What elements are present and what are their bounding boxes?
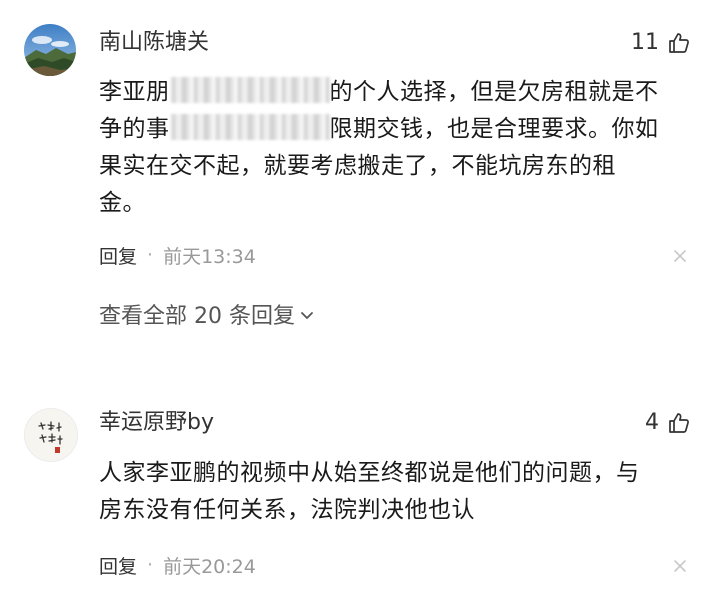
comment-text: 人家李亚鹏的视频中从始至终都说是他们的问题，与 房东没有任何关系，法院判决他也认 xyxy=(99,455,679,529)
view-all-label: 查看全部 20 条回复 xyxy=(99,304,295,329)
comment-meta: 回复 · 前天13:34 xyxy=(99,240,256,270)
text-fragment: 李亚朋 xyxy=(99,79,170,105)
redacted-text xyxy=(169,114,330,140)
avatar[interactable] xyxy=(24,24,76,76)
meta-separator: · xyxy=(147,554,154,576)
text-line: 人家李亚鹏的视频中从始至终都说是他们的问题，与 xyxy=(99,460,640,486)
timestamp: 前天13:34 xyxy=(163,245,256,268)
comment-meta: 回复 · 前天20:24 xyxy=(99,550,256,580)
reply-button[interactable]: 回复 xyxy=(99,552,137,579)
thumbs-up-icon[interactable] xyxy=(667,31,691,55)
text-line: 房东没有任何关系，法院判决他也认 xyxy=(99,497,475,523)
close-icon[interactable] xyxy=(671,247,689,265)
text-line: 争的事 限期交钱，也是合理要求。你如 xyxy=(99,111,679,148)
like-button[interactable]: 11 xyxy=(631,28,691,58)
reply-button[interactable]: 回复 xyxy=(99,242,137,269)
like-count: 11 xyxy=(631,30,659,55)
redacted-text xyxy=(169,77,330,103)
username[interactable]: 幸运原野by xyxy=(99,408,214,438)
avatar[interactable] xyxy=(24,408,78,462)
text-line: 李亚朋 的个人选择，但是欠房租就是不 xyxy=(99,74,679,111)
view-all-replies-button[interactable]: 查看全部 20 条回复 xyxy=(99,302,315,332)
text-line: 金。 xyxy=(99,190,146,216)
thumbs-up-icon[interactable] xyxy=(667,411,691,435)
close-icon[interactable] xyxy=(671,557,689,575)
text-fragment: 争的事 xyxy=(99,116,170,142)
text-fragment: 的个人选择，但是欠房租就是不 xyxy=(329,79,659,105)
meta-separator: · xyxy=(147,244,154,266)
like-count: 4 xyxy=(645,410,659,435)
username[interactable]: 南山陈塘关 xyxy=(99,28,209,58)
timestamp: 前天20:24 xyxy=(163,555,256,578)
comment-text: 李亚朋 的个人选择，但是欠房租就是不 争的事 限期交钱，也是合理要求。你如 果实在交… xyxy=(99,74,679,222)
chevron-down-icon xyxy=(299,302,315,332)
text-fragment: 限期交钱，也是合理要求。你如 xyxy=(329,116,659,142)
text-line: 果实在交不起，就要考虑搬走了，不能坑房东的租 xyxy=(99,153,616,179)
like-button[interactable]: 4 xyxy=(645,408,691,438)
